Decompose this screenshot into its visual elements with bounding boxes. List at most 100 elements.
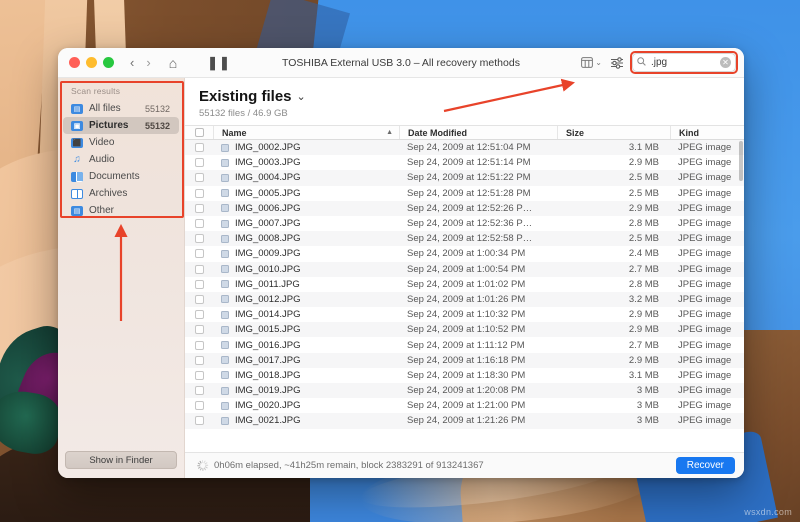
- row-select-cell[interactable]: [185, 186, 213, 201]
- sidebar-item-audio[interactable]: ♫ Audio: [63, 151, 179, 168]
- row-checkbox[interactable]: [194, 401, 204, 411]
- file-name-cell[interactable]: IMG_0010.JPG: [213, 262, 399, 277]
- row-checkbox[interactable]: [194, 143, 204, 153]
- row-select-cell[interactable]: [185, 201, 213, 216]
- column-header-date-modified[interactable]: Date Modified: [399, 126, 557, 139]
- table-row[interactable]: IMG_0006.JPG Sep 24, 2009 at 12:52:26 P… 2…: [185, 200, 744, 216]
- file-name-cell[interactable]: IMG_0020.JPG: [213, 398, 399, 413]
- row-checkbox[interactable]: [194, 264, 204, 274]
- row-select-cell[interactable]: [185, 262, 213, 277]
- row-checkbox[interactable]: [194, 340, 204, 350]
- file-name-cell[interactable]: IMG_0004.JPG: [213, 170, 399, 185]
- search-field[interactable]: ✕: [630, 51, 738, 74]
- table-row[interactable]: IMG_0012.JPG Sep 24, 2009 at 1:01:26 PM 3.…: [185, 291, 744, 308]
- row-checkbox[interactable]: [194, 370, 204, 380]
- file-name-cell[interactable]: IMG_0002.JPG: [213, 140, 399, 155]
- row-select-cell[interactable]: [185, 277, 213, 292]
- row-select-cell[interactable]: [185, 398, 213, 413]
- file-name-cell[interactable]: IMG_0021.JPG: [213, 413, 399, 428]
- row-select-cell[interactable]: [185, 337, 213, 352]
- recover-button[interactable]: Recover: [675, 457, 735, 474]
- minimize-window-button[interactable]: [86, 57, 97, 68]
- row-checkbox[interactable]: [194, 310, 204, 320]
- row-select-cell[interactable]: [185, 216, 213, 231]
- file-name-cell[interactable]: IMG_0012.JPG: [213, 292, 399, 307]
- file-name-cell[interactable]: IMG_0007.JPG: [213, 216, 399, 231]
- row-checkbox[interactable]: [194, 219, 204, 229]
- row-select-cell[interactable]: [185, 368, 213, 383]
- scrollbar-thumb[interactable]: [739, 141, 743, 181]
- table-row[interactable]: IMG_0017.JPG Sep 24, 2009 at 1:16:18 PM 2.…: [185, 352, 744, 368]
- sidebar-item-all-files[interactable]: ▤ All files 55132: [63, 100, 179, 117]
- row-checkbox[interactable]: [194, 416, 204, 426]
- table-body[interactable]: IMG_0002.JPG Sep 24, 2009 at 12:51:04 PM 3…: [185, 140, 744, 452]
- row-checkbox[interactable]: [194, 173, 204, 183]
- row-checkbox[interactable]: [194, 355, 204, 365]
- row-checkbox[interactable]: [194, 158, 204, 168]
- table-row[interactable]: IMG_0003.JPG Sep 24, 2009 at 12:51:14 PM 2…: [185, 155, 744, 171]
- file-name-cell[interactable]: IMG_0014.JPG: [213, 307, 399, 322]
- file-name-cell[interactable]: IMG_0016.JPG: [213, 337, 399, 352]
- show-in-finder-button[interactable]: Show in Finder: [65, 451, 177, 469]
- file-name-cell[interactable]: IMG_0015.JPG: [213, 322, 399, 337]
- table-row[interactable]: IMG_0005.JPG Sep 24, 2009 at 12:51:28 PM 2…: [185, 185, 744, 201]
- maximize-window-button[interactable]: [103, 57, 114, 68]
- file-name-cell[interactable]: IMG_0018.JPG: [213, 368, 399, 383]
- file-name-cell[interactable]: IMG_0003.JPG: [213, 155, 399, 170]
- row-checkbox[interactable]: [194, 325, 204, 335]
- vertical-scrollbar[interactable]: [739, 141, 743, 450]
- row-checkbox[interactable]: [194, 234, 204, 244]
- table-row[interactable]: IMG_0007.JPG Sep 24, 2009 at 12:52:36 P… 2…: [185, 215, 744, 232]
- row-select-cell[interactable]: [185, 231, 213, 246]
- home-icon[interactable]: ⌂: [169, 55, 177, 71]
- row-checkbox[interactable]: [194, 203, 204, 213]
- row-checkbox[interactable]: [194, 386, 204, 396]
- sidebar-item-pictures[interactable]: ▣ Pictures 55132: [63, 117, 179, 134]
- row-select-cell[interactable]: [185, 307, 213, 322]
- chevron-down-icon[interactable]: ⌄: [297, 90, 306, 103]
- row-checkbox[interactable]: [194, 279, 204, 289]
- column-header-size[interactable]: Size: [557, 126, 670, 139]
- pause-button[interactable]: ❚❚: [207, 55, 231, 71]
- forward-arrow-icon[interactable]: ›: [146, 55, 150, 70]
- row-checkbox[interactable]: [194, 294, 204, 304]
- table-row[interactable]: IMG_0018.JPG Sep 24, 2009 at 1:18:30 PM 3.…: [185, 367, 744, 383]
- column-header-kind[interactable]: Kind: [670, 126, 744, 139]
- sidebar-item-video[interactable]: ⬛ Video: [63, 134, 179, 151]
- table-row[interactable]: IMG_0021.JPG Sep 24, 2009 at 1:21:26 PM 3 …: [185, 413, 744, 429]
- file-name-cell[interactable]: IMG_0011.JPG: [213, 277, 399, 292]
- table-row[interactable]: IMG_0016.JPG Sep 24, 2009 at 1:11:12 PM 2.…: [185, 337, 744, 353]
- table-row[interactable]: IMG_0011.JPG Sep 24, 2009 at 1:01:02 PM 2.…: [185, 276, 744, 292]
- table-row[interactable]: IMG_0004.JPG Sep 24, 2009 at 12:51:22 PM 2…: [185, 170, 744, 186]
- row-checkbox[interactable]: [194, 188, 204, 198]
- row-select-cell[interactable]: [185, 322, 213, 337]
- filter-button[interactable]: [610, 56, 624, 69]
- row-select-cell[interactable]: [185, 383, 213, 398]
- row-select-cell[interactable]: [185, 155, 213, 170]
- sidebar-item-archives[interactable]: Archives: [63, 185, 179, 202]
- row-select-cell[interactable]: [185, 246, 213, 261]
- search-input[interactable]: [651, 57, 715, 68]
- back-arrow-icon[interactable]: ‹: [130, 55, 134, 70]
- file-name-cell[interactable]: IMG_0017.JPG: [213, 353, 399, 368]
- row-checkbox[interactable]: [194, 249, 204, 259]
- file-name-cell[interactable]: IMG_0019.JPG: [213, 383, 399, 398]
- table-row[interactable]: IMG_0019.JPG Sep 24, 2009 at 1:20:08 PM 3 …: [185, 383, 744, 399]
- row-select-cell[interactable]: [185, 353, 213, 368]
- table-row[interactable]: IMG_0002.JPG Sep 24, 2009 at 12:51:04 PM 3…: [185, 140, 744, 156]
- file-name-cell[interactable]: IMG_0005.JPG: [213, 186, 399, 201]
- file-name-cell[interactable]: IMG_0008.JPG: [213, 231, 399, 246]
- table-row[interactable]: IMG_0020.JPG Sep 24, 2009 at 1:21:00 PM 3 …: [185, 398, 744, 414]
- file-name-cell[interactable]: IMG_0006.JPG: [213, 201, 399, 216]
- row-select-cell[interactable]: [185, 413, 213, 428]
- file-name-cell[interactable]: IMG_0009.JPG: [213, 246, 399, 261]
- clear-search-icon[interactable]: ✕: [720, 57, 731, 68]
- row-select-cell[interactable]: [185, 140, 213, 155]
- table-row[interactable]: IMG_0015.JPG Sep 24, 2009 at 1:10:52 PM 2.…: [185, 322, 744, 338]
- sidebar-item-other[interactable]: ▤ Other: [63, 202, 179, 219]
- sidebar-item-documents[interactable]: Documents: [63, 168, 179, 185]
- table-row[interactable]: IMG_0008.JPG Sep 24, 2009 at 12:52:58 P… 2…: [185, 231, 744, 247]
- column-header-name[interactable]: Name ▲: [213, 126, 399, 139]
- row-select-cell[interactable]: [185, 170, 213, 185]
- select-all-checkbox[interactable]: [194, 128, 204, 137]
